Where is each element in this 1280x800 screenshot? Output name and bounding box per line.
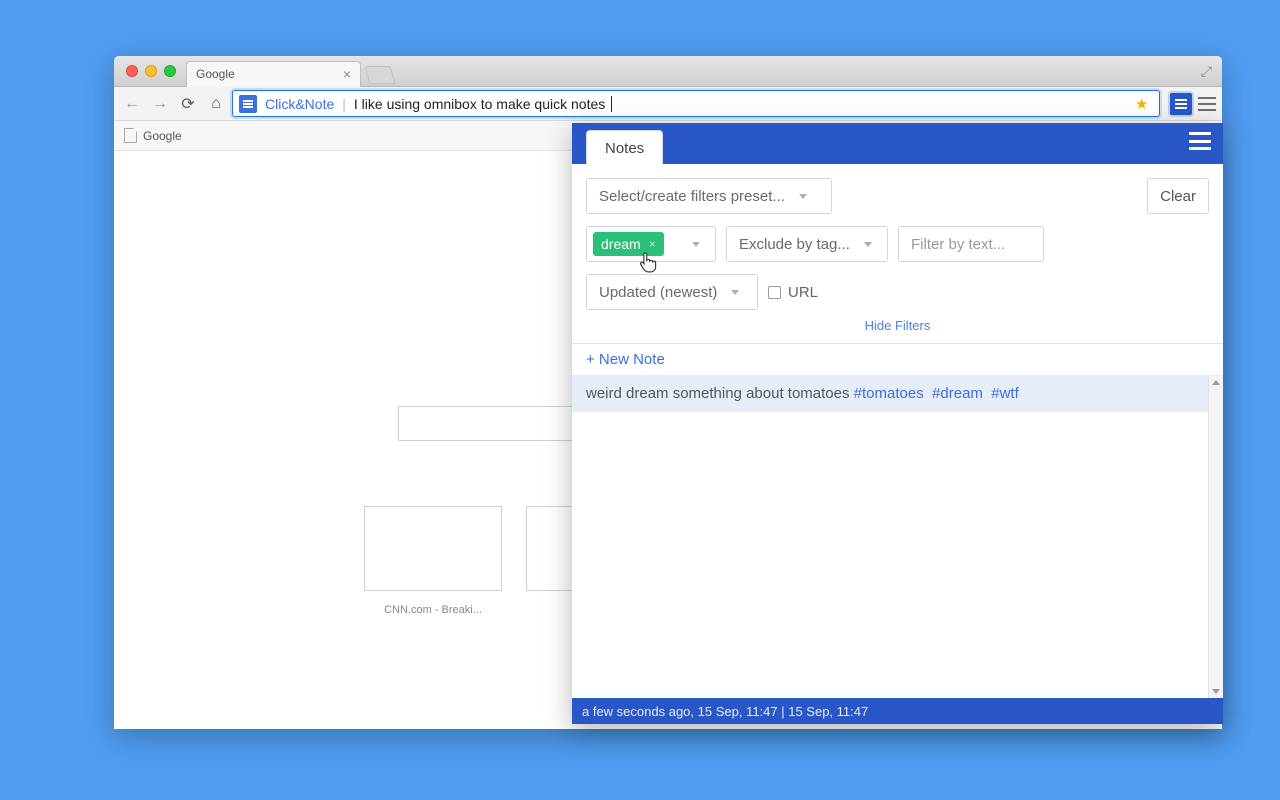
- minimize-window-button[interactable]: [145, 65, 157, 77]
- filters-section: Select/create filters preset... Clear dr…: [572, 164, 1223, 344]
- tab-title: Google: [196, 67, 235, 81]
- home-button[interactable]: ⌂: [204, 92, 228, 116]
- bookmark-item[interactable]: Google: [143, 129, 182, 143]
- tab-notes[interactable]: Notes: [586, 130, 663, 165]
- preset-placeholder: Select/create filters preset...: [599, 188, 785, 205]
- bookmark-star-icon[interactable]: ★: [1135, 95, 1153, 113]
- extension-omnibox-icon: [239, 95, 257, 113]
- url-filter-toggle[interactable]: URL: [768, 284, 818, 301]
- filter-text-input[interactable]: Filter by text...: [898, 226, 1044, 262]
- note-tag[interactable]: #tomatoes: [854, 385, 924, 402]
- panel-menu-icon[interactable]: [1189, 132, 1211, 150]
- note-tag[interactable]: #dream: [932, 385, 983, 402]
- tag-chip[interactable]: dream ×: [593, 232, 664, 256]
- preset-select[interactable]: Select/create filters preset...: [586, 178, 832, 214]
- forward-button[interactable]: →: [148, 92, 172, 116]
- sort-label: Updated (newest): [599, 284, 717, 301]
- back-button[interactable]: ←: [120, 92, 144, 116]
- chevron-down-icon: [799, 194, 807, 199]
- url-label: URL: [788, 284, 818, 301]
- filter-text-placeholder: Filter by text...: [911, 236, 1005, 253]
- omnibox-extension-label: Click&Note: [265, 96, 334, 112]
- scroll-down-icon[interactable]: [1212, 689, 1220, 694]
- note-row[interactable]: weird dream something about tomatoes #to…: [572, 376, 1223, 412]
- include-tag-select[interactable]: dream ×: [586, 226, 716, 262]
- omnibox[interactable]: Click&Note | I like using omnibox to mak…: [232, 90, 1160, 117]
- text-caret: [611, 96, 612, 112]
- notes-list: weird dream something about tomatoes #to…: [572, 376, 1223, 698]
- fullscreen-icon[interactable]: ⤢: [1201, 63, 1212, 80]
- chevron-down-icon: [692, 242, 700, 247]
- status-text: a few seconds ago, 15 Sep, 11:47 | 15 Se…: [582, 704, 868, 719]
- new-note-button[interactable]: + New Note: [586, 351, 665, 368]
- clicknote-extension-icon[interactable]: [1170, 93, 1192, 115]
- checkbox-icon[interactable]: [768, 286, 781, 299]
- hide-filters-link[interactable]: Hide Filters: [586, 318, 1209, 333]
- tag-label: dream: [601, 236, 641, 252]
- browser-tab[interactable]: Google ×: [186, 61, 361, 87]
- close-window-button[interactable]: [126, 65, 138, 77]
- new-tab-button[interactable]: [365, 66, 396, 84]
- remove-tag-icon[interactable]: ×: [649, 237, 656, 251]
- browser-toolbar: ← → ⟳ ⌂ Click&Note | I like using omnibo…: [114, 87, 1222, 121]
- exclude-tag-select[interactable]: Exclude by tag...: [726, 226, 888, 262]
- note-text: weird dream something about tomatoes: [586, 385, 849, 402]
- scroll-up-icon[interactable]: [1212, 380, 1220, 385]
- browser-menu-icon[interactable]: [1198, 97, 1216, 111]
- notes-toolbar: + New Note: [572, 344, 1223, 376]
- omnibox-separator: |: [342, 96, 346, 112]
- notes-panel: Notes Select/create filters preset... Cl…: [572, 123, 1223, 724]
- note-tag[interactable]: #wtf: [991, 385, 1019, 402]
- panel-status-bar: a few seconds ago, 15 Sep, 11:47 | 15 Se…: [572, 698, 1223, 724]
- maximize-window-button[interactable]: [164, 65, 176, 77]
- chevron-down-icon: [731, 290, 739, 295]
- omnibox-text: I like using omnibox to make quick notes: [354, 96, 605, 112]
- sort-select[interactable]: Updated (newest): [586, 274, 758, 310]
- exclude-placeholder: Exclude by tag...: [739, 236, 850, 253]
- reload-button[interactable]: ⟳: [176, 92, 200, 116]
- tab-strip: Google × ⤢: [114, 56, 1222, 87]
- close-tab-icon[interactable]: ×: [343, 66, 351, 82]
- thumbnail-label: CNN.com - Breaki...: [364, 604, 502, 616]
- thumbnail-tile[interactable]: CNN.com - Breaki...: [364, 506, 502, 616]
- scrollbar[interactable]: [1208, 376, 1223, 698]
- chevron-down-icon: [864, 242, 872, 247]
- window-controls: [122, 65, 186, 77]
- page-icon: [124, 128, 137, 143]
- clear-button[interactable]: Clear: [1147, 178, 1209, 214]
- panel-header: Notes: [572, 123, 1223, 164]
